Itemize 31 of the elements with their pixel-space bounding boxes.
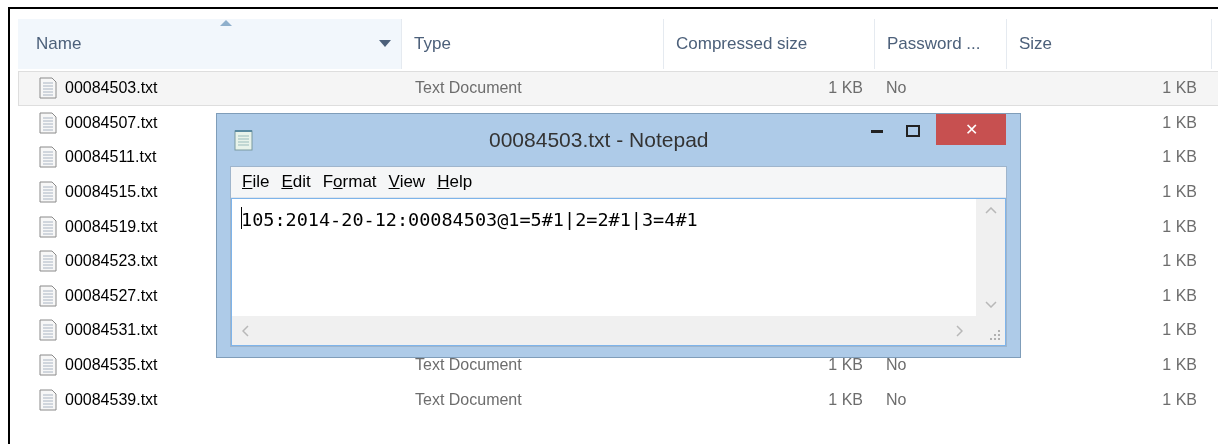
- file-size: 1 KB: [1162, 78, 1197, 99]
- file-size: 1 KB: [1162, 285, 1197, 306]
- file-name: 00084531.txt: [65, 320, 158, 341]
- compressed-size: 1 KB: [828, 78, 863, 99]
- window-title: 00084503.txt - Notepad: [489, 127, 709, 153]
- compressed-size: 1 KB: [828, 389, 863, 410]
- compressed-size: 1 KB: [828, 355, 863, 376]
- file-name: 00084539.txt: [65, 389, 158, 410]
- file-name: 00084503.txt: [65, 78, 158, 99]
- file-type: Text Document: [415, 390, 522, 408]
- file-size: 1 KB: [1162, 320, 1197, 341]
- document-text: 105:2014-20-12:00084503@1=5#1|2=2#1|3=4#1: [241, 208, 698, 232]
- file-size: 1 KB: [1162, 355, 1197, 376]
- file-name: 00084515.txt: [65, 182, 158, 203]
- file-type: Text Document: [415, 356, 522, 374]
- file-name: 00084523.txt: [65, 251, 158, 272]
- file-size: 1 KB: [1162, 216, 1197, 237]
- file-size: 1 KB: [1162, 182, 1197, 203]
- file-size: 1 KB: [1162, 389, 1197, 410]
- file-name: 00084519.txt: [65, 216, 158, 237]
- file-name: 00084507.txt: [65, 112, 158, 133]
- file-name: 00084535.txt: [65, 355, 158, 376]
- password-status: No: [886, 356, 907, 374]
- file-size: 1 KB: [1162, 147, 1197, 168]
- password-status: No: [886, 79, 907, 97]
- password-status: No: [886, 390, 907, 408]
- file-size: 1 KB: [1162, 251, 1197, 272]
- file-type: Text Document: [415, 79, 522, 97]
- file-size: 1 KB: [1162, 112, 1197, 133]
- file-name: 00084511.txt: [65, 147, 157, 168]
- file-name: 00084527.txt: [65, 285, 158, 306]
